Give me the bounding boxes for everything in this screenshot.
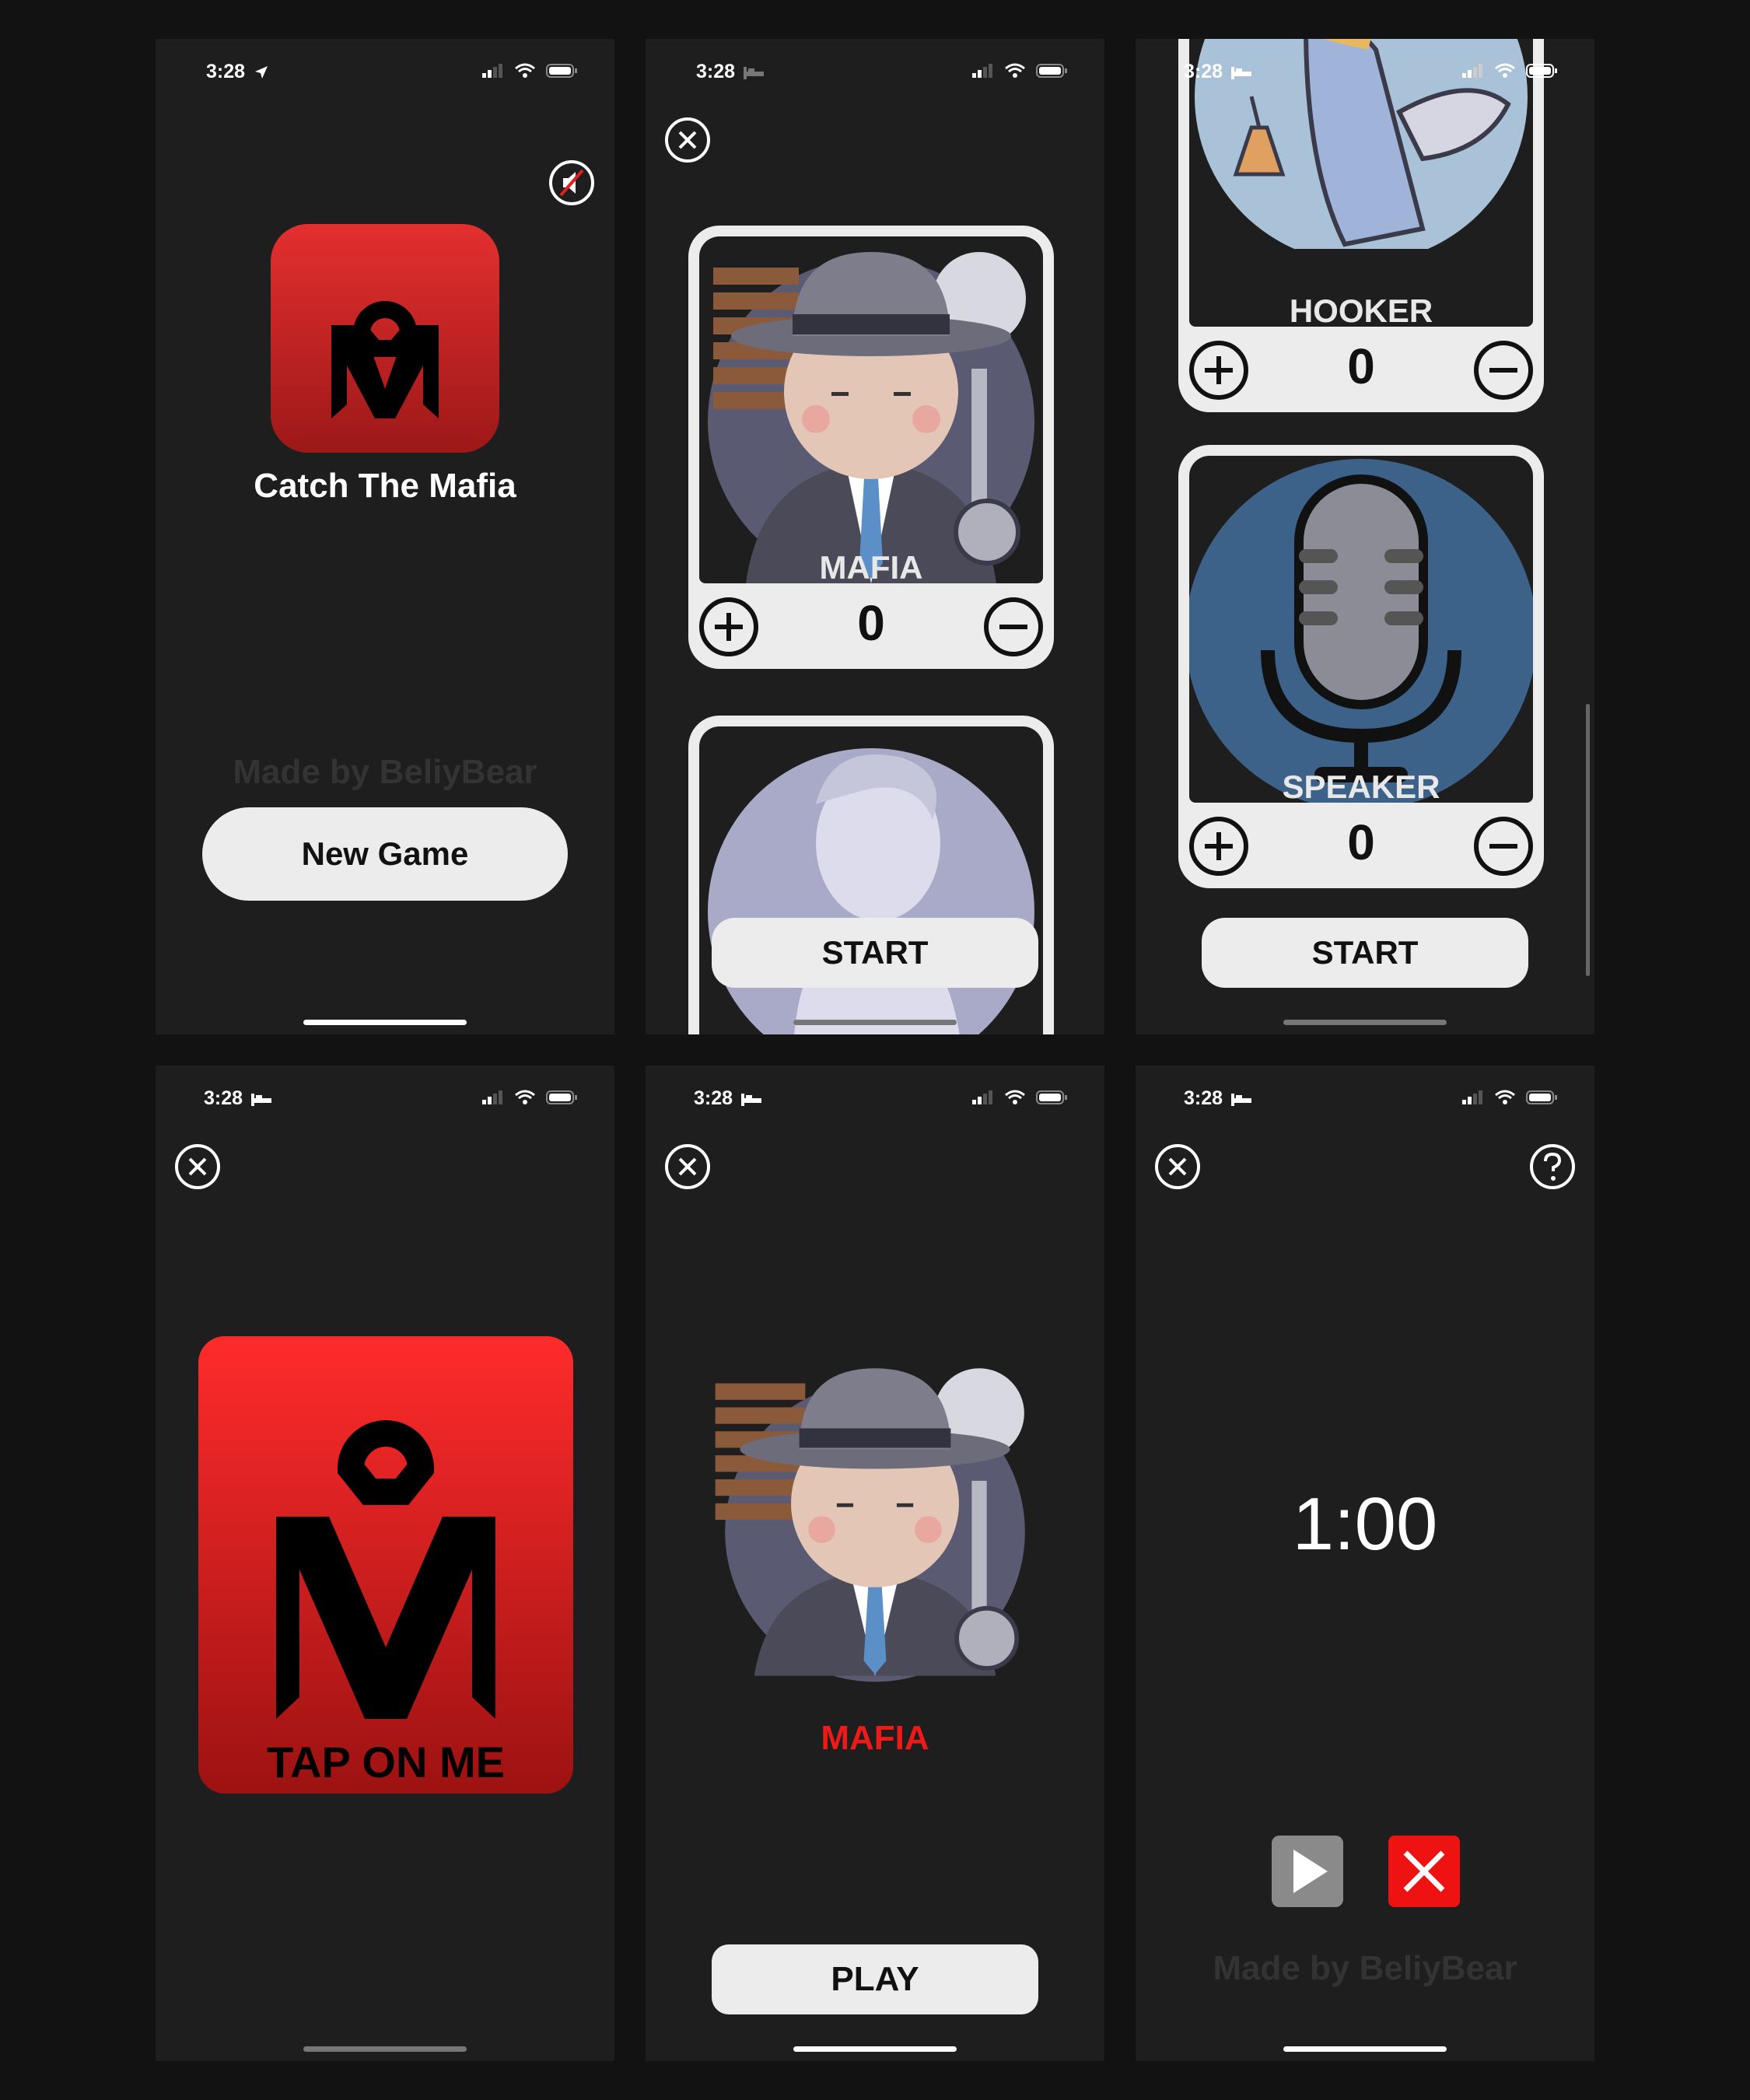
bed-icon (251, 1094, 271, 1107)
battery-icon (1036, 1090, 1067, 1104)
close-icon[interactable] (174, 1143, 221, 1190)
role-setup-screen: 3:28 MAFIA 0 START (646, 39, 1104, 1034)
stop-icon[interactable] (1388, 1836, 1460, 1907)
minus-icon[interactable] (1472, 815, 1535, 877)
battery-icon (1526, 1090, 1557, 1104)
app-title: Catch The Mafia (254, 467, 516, 505)
mafia-illustration-icon (708, 252, 1034, 583)
made-by-text: Made by BeliyBear (233, 753, 537, 791)
status-icons (972, 63, 1067, 79)
tap-card[interactable]: TAP ON ME (198, 1336, 573, 1794)
role-card-mafia: MAFIA 0 (688, 226, 1054, 669)
minus-icon[interactable] (1472, 339, 1535, 401)
tap-label: TAP ON ME (267, 1738, 505, 1787)
role-setup-scrolled-screen: HOOKER 0 3:28 SPEAKER 0 START (1136, 39, 1594, 1034)
reveal-screen: 3:28 TAP ON ME (156, 1066, 614, 2061)
battery-icon (546, 64, 577, 78)
countdown-timer: 1:00 (1292, 1482, 1438, 1566)
home-indicator (1283, 1020, 1447, 1025)
play-icon[interactable] (1272, 1836, 1343, 1907)
bed-icon (1231, 1094, 1251, 1107)
home-indicator (793, 2046, 957, 2052)
wifi-icon (1005, 63, 1025, 78)
start-button[interactable]: START (712, 918, 1038, 988)
wifi-icon (515, 1090, 535, 1104)
role-counter: 0 (1178, 810, 1544, 880)
role-revealed-screen: 3:28 MAFIA PLAY (646, 1066, 1104, 2061)
role-counter: 0 (1178, 334, 1544, 404)
role-label: HOOKER (1289, 292, 1433, 327)
status-time: 3:28 (1184, 61, 1251, 83)
battery-icon (546, 1090, 577, 1104)
role-card-image: SPEAKER (1189, 456, 1533, 803)
help-icon[interactable] (1529, 1143, 1576, 1190)
battery-icon (1036, 64, 1067, 78)
scrollbar[interactable] (1586, 704, 1590, 976)
home-indicator (793, 1020, 957, 1025)
status-time: 3:28 (206, 61, 269, 83)
role-card-speaker: SPEAKER 0 (1178, 445, 1544, 888)
bed-icon (741, 1094, 761, 1107)
app-logo (271, 224, 499, 453)
start-button[interactable]: START (1202, 918, 1528, 988)
wifi-icon (515, 63, 535, 78)
play-button[interactable]: PLAY (712, 1944, 1038, 2014)
microphone-illustration-icon (1189, 459, 1533, 803)
mute-icon[interactable] (548, 159, 595, 206)
signal-icon (1462, 64, 1482, 78)
mafia-logo-icon (331, 301, 439, 418)
made-by-text: Made by BeliyBear (1213, 1949, 1517, 1987)
home-indicator (303, 1020, 467, 1025)
battery-icon (1526, 64, 1557, 78)
signal-icon (482, 1090, 502, 1104)
status-time: 3:28 (204, 1087, 271, 1110)
wifi-icon (1005, 1090, 1025, 1104)
signal-icon (972, 1090, 992, 1104)
home-screen: 3:28 Catch The Mafia Made by BeliyBear N… (156, 39, 614, 1034)
status-time: 3:28 (1184, 1087, 1251, 1110)
status-icons (482, 1090, 577, 1105)
bed-icon (1231, 67, 1251, 80)
role-card-hooker: HOOKER 0 (1178, 39, 1544, 412)
close-icon[interactable] (664, 117, 711, 163)
mafia-logo-icon (276, 1420, 495, 1719)
status-time: 3:28 (694, 1087, 761, 1110)
status-icons (1462, 1090, 1557, 1105)
role-card-image: MAFIA (699, 236, 1043, 583)
role-label: MAFIA (819, 549, 923, 583)
status-icons (1462, 63, 1557, 79)
location-arrow-icon (255, 66, 268, 79)
role-name: MAFIA (821, 1719, 929, 1757)
new-game-button[interactable]: New Game (202, 807, 568, 901)
role-counter: 0 (688, 591, 1054, 661)
role-card-image (699, 726, 1043, 1034)
status-icons (482, 63, 577, 79)
status-time: 3:28 (696, 61, 764, 83)
bed-icon (744, 67, 764, 80)
wifi-icon (1495, 63, 1515, 78)
wifi-icon (1495, 1090, 1515, 1104)
close-icon[interactable] (1154, 1143, 1201, 1190)
status-icons (972, 1090, 1067, 1105)
signal-icon (1462, 1090, 1482, 1104)
home-indicator (303, 2046, 467, 2052)
close-icon[interactable] (664, 1143, 711, 1190)
timer-screen: 3:28 1:00 Made by BeliyBear (1136, 1066, 1594, 2061)
minus-icon[interactable] (982, 596, 1045, 658)
mafia-illustration-icon (715, 1368, 1025, 1682)
signal-icon (482, 64, 502, 78)
role-label: SPEAKER (1282, 768, 1440, 803)
signal-icon (972, 64, 992, 78)
statue-illustration-icon (708, 748, 1034, 1034)
home-indicator (1283, 2046, 1447, 2052)
